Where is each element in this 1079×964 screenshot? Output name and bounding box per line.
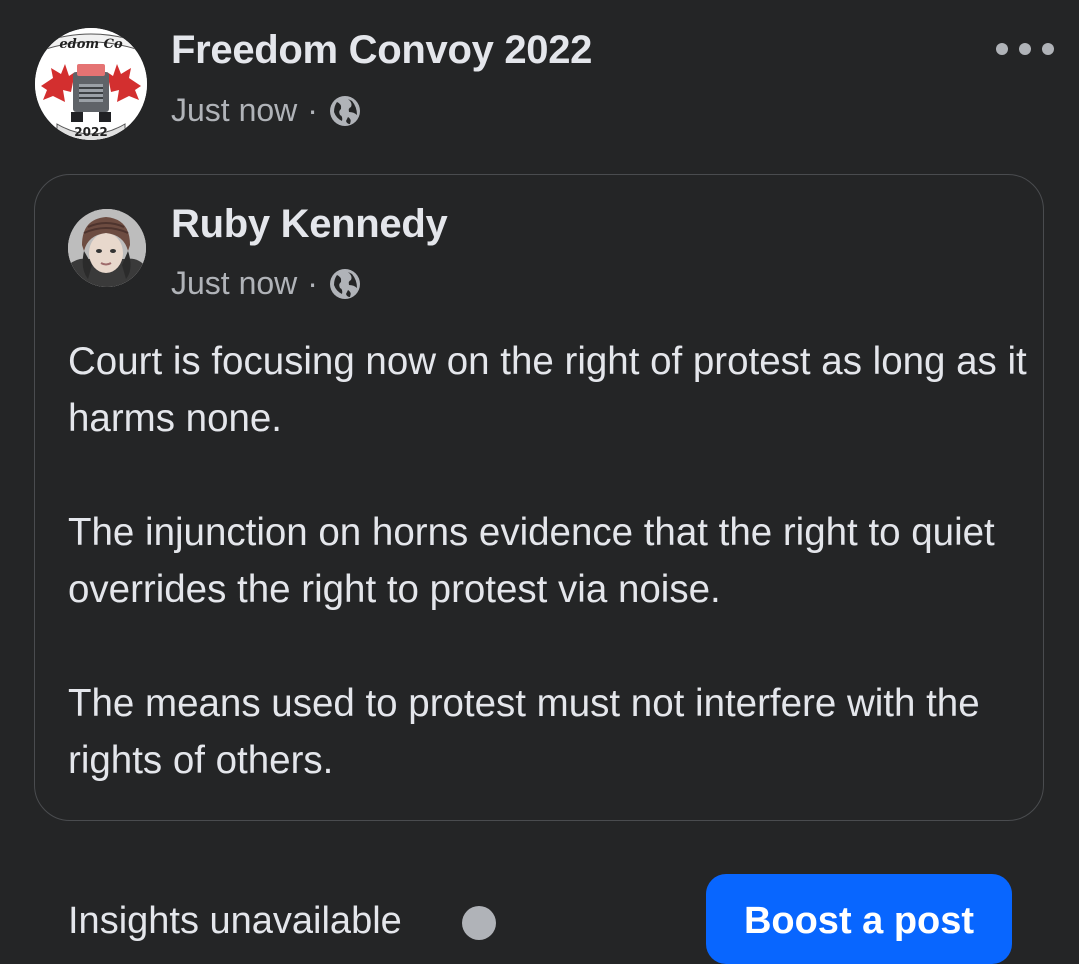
profile-photo-icon [68,209,146,287]
more-dot [996,43,1008,55]
post-meta: Just now · [171,92,362,129]
shared-post-meta: Just now · [171,265,362,302]
page-avatar[interactable]: edom Co 2022 [35,28,147,140]
globe-icon[interactable] [328,94,362,128]
meta-separator: · [307,265,318,301]
more-dot [1042,43,1054,55]
post-body: Court is focusing now on the right of pr… [68,333,1028,789]
avatar-top-text: edom Co [59,37,123,52]
post-header: edom Co 2022 Freedom Convoy 2022 Just no… [0,0,1079,160]
user-avatar[interactable] [68,209,146,287]
post-paragraph: The means used to protest must not inter… [68,682,980,782]
meta-separator: · [307,92,318,128]
post-footer: Insights unavailable Boost a post [0,840,1079,964]
more-dot [1019,43,1031,55]
more-options-icon[interactable] [996,38,1054,60]
avatar-year-text: 2022 [74,125,107,139]
post-paragraph: The injunction on horns evidence that th… [68,511,995,611]
shared-post-time[interactable]: Just now [171,265,297,302]
boost-post-button[interactable]: Boost a post [706,874,1012,964]
post-time[interactable]: Just now [171,92,297,129]
convoy-logo-icon: edom Co 2022 [35,28,147,140]
post-paragraph: Court is focusing now on the right of pr… [68,340,1027,440]
shared-post-card[interactable]: Ruby Kennedy Just now · Court is focusin… [34,174,1044,821]
info-icon[interactable] [462,906,496,940]
globe-icon[interactable] [328,267,362,301]
shared-author-name[interactable]: Ruby Kennedy [171,202,448,247]
insights-status: Insights unavailable [68,900,402,942]
page-name[interactable]: Freedom Convoy 2022 [171,28,592,73]
